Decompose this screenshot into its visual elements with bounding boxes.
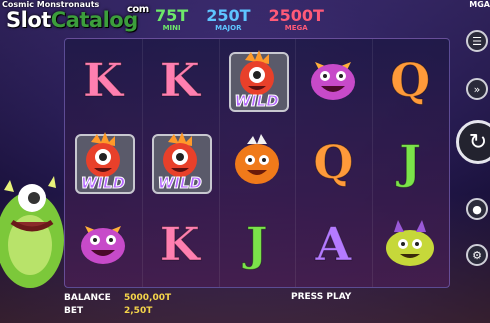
reel-symbol	[219, 121, 295, 203]
jackpot-mini: 75T MINI	[155, 6, 189, 33]
wild-symbol: WILD	[71, 130, 135, 194]
press-play-text: PRESS PLAY	[291, 292, 352, 302]
wild-label: WILD	[157, 174, 202, 193]
wild-symbol: WILD	[148, 130, 212, 194]
bottom-bar: BALANCE BET 5000,00T 2,50T PRESS PLAY	[0, 288, 490, 323]
reel-grid: K WILD K WILD K WILD J Q A Q J	[64, 38, 450, 288]
orange-fluffy-monster-icon	[234, 134, 279, 184]
spin-icon: ↻	[468, 129, 488, 155]
green-monster-mascot-icon	[0, 176, 64, 288]
monster-symbol	[301, 48, 365, 112]
jackpot-major: 250T MAJOR	[206, 6, 251, 33]
menu-icon: ☰	[472, 34, 482, 48]
side-controls: ☰ » ● ⚙	[466, 22, 490, 312]
purple-horned-monster-icon	[81, 226, 125, 264]
wild-symbol: WILD	[225, 48, 289, 112]
reel-symbol: K	[142, 203, 218, 285]
balance-label: BALANCE BET	[64, 293, 111, 316]
menu-button[interactable]: ☰	[466, 30, 488, 52]
yellow-green-monster-icon	[386, 220, 435, 266]
reel-symbol: WILD	[219, 39, 295, 121]
letter-symbol: K	[83, 53, 124, 107]
purple-horned-monster-icon	[311, 62, 356, 100]
letter-symbol: Q	[390, 53, 431, 107]
monster-symbol	[378, 212, 442, 276]
reel-symbol	[372, 203, 448, 285]
balance-value: 5000,00T 2,50T	[124, 293, 172, 316]
wild-label: WILD	[80, 174, 126, 193]
reel-symbol: J	[219, 203, 295, 285]
autoplay-button[interactable]: »	[466, 78, 488, 100]
reel-symbol: K	[65, 39, 141, 121]
letter-symbol: K	[159, 53, 200, 107]
letter-symbol: J	[399, 135, 422, 189]
monster-symbol	[71, 212, 135, 276]
letter-symbol: K	[159, 217, 200, 271]
reel-symbol: J	[372, 121, 448, 203]
letter-symbol: A	[315, 217, 352, 271]
reel-symbol: A	[295, 203, 371, 285]
watermark-logo: SlotCatalog com	[6, 4, 149, 32]
bet-value: 2,50T	[124, 306, 153, 316]
autoplay-icon: »	[473, 82, 481, 96]
settings-icon: ⚙	[472, 248, 482, 262]
letter-symbol: Q	[313, 135, 354, 189]
provider-label: MGA	[469, 0, 490, 9]
settings-button[interactable]: ⚙	[466, 244, 488, 266]
reel-symbol: WILD	[142, 121, 218, 203]
coins-button[interactable]: ●	[466, 198, 488, 220]
reel-symbol	[295, 39, 371, 121]
reel-symbol: Q	[372, 39, 448, 121]
jackpot-bar: 75T MINI 250T MAJOR 2500T MEGA	[155, 8, 324, 33]
jackpot-mega: 2500T MEGA	[268, 6, 324, 33]
reel-symbol: Q	[295, 121, 371, 203]
wild-label: WILD	[234, 92, 279, 111]
bet-label: BET	[64, 306, 84, 316]
coins-icon: ●	[472, 202, 482, 216]
reel-symbol: K	[142, 39, 218, 121]
monster-symbol	[225, 130, 289, 194]
letter-symbol: J	[245, 217, 268, 271]
